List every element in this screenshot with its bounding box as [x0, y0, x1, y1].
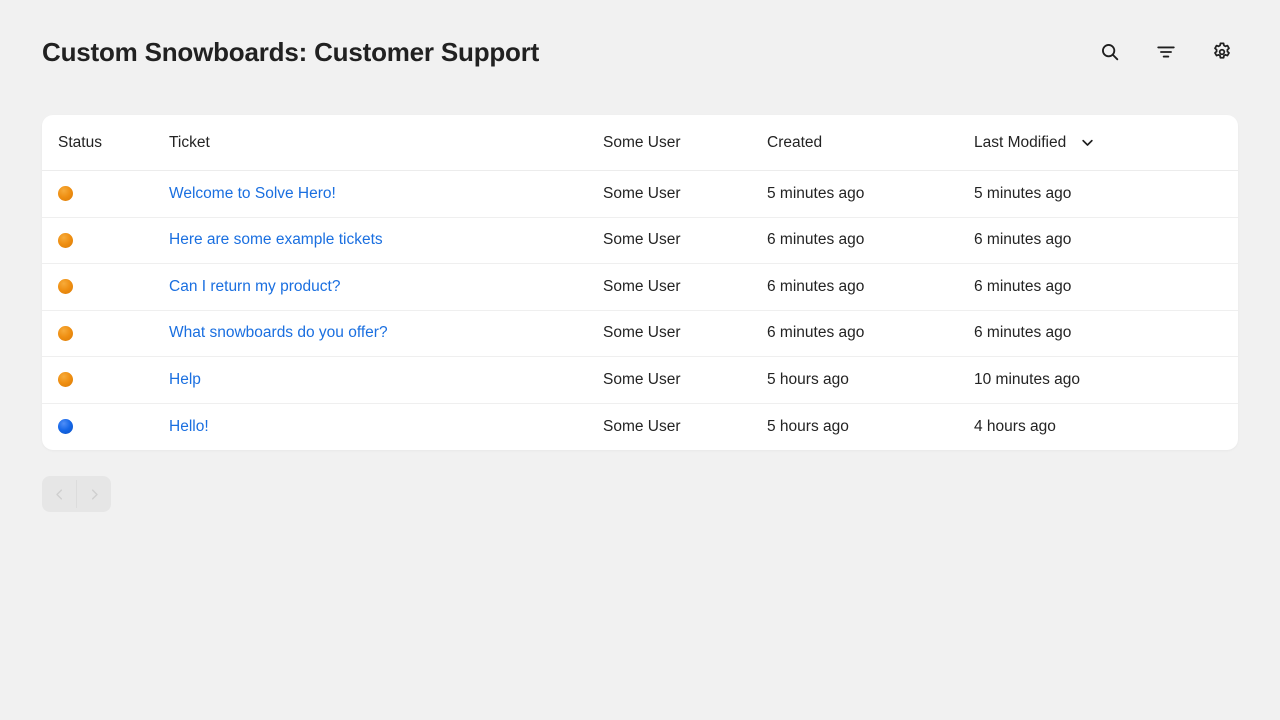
ticket-link[interactable]: Hello! — [169, 418, 209, 435]
table-row[interactable]: Hello! Some User 5 hours ago 4 hours ago — [42, 404, 1238, 451]
created-cell: 6 minutes ago — [767, 231, 974, 249]
status-dot-icon — [58, 279, 73, 294]
column-header-user[interactable]: Some User — [603, 134, 767, 152]
user-cell: Some User — [603, 278, 767, 296]
pagination — [42, 476, 111, 512]
status-cell — [58, 419, 169, 434]
filter-icon — [1155, 41, 1177, 63]
created-cell: 6 minutes ago — [767, 324, 974, 342]
last-modified-cell: 10 minutes ago — [974, 371, 1238, 389]
last-modified-cell: 5 minutes ago — [974, 185, 1238, 203]
table-row[interactable]: Here are some example tickets Some User … — [42, 218, 1238, 265]
search-icon — [1099, 41, 1121, 63]
created-cell: 5 hours ago — [767, 418, 974, 436]
status-dot-icon — [58, 326, 73, 341]
status-cell — [58, 186, 169, 201]
user-cell: Some User — [603, 324, 767, 342]
ticket-cell: Help — [169, 371, 603, 389]
search-button[interactable] — [1095, 37, 1125, 67]
ticket-cell: Welcome to Solve Hero! — [169, 185, 603, 203]
table-body: Welcome to Solve Hero! Some User 5 minut… — [42, 171, 1238, 450]
user-cell: Some User — [603, 371, 767, 389]
ticket-link[interactable]: Welcome to Solve Hero! — [169, 185, 336, 202]
table-row[interactable]: Can I return my product? Some User 6 min… — [42, 264, 1238, 311]
status-cell — [58, 233, 169, 248]
column-header-last-modified-label: Last Modified — [974, 134, 1066, 152]
next-page-button[interactable] — [77, 476, 111, 512]
last-modified-cell: 6 minutes ago — [974, 231, 1238, 249]
chevron-right-icon — [87, 487, 102, 502]
ticket-cell: Can I return my product? — [169, 278, 603, 296]
column-header-last-modified[interactable]: Last Modified — [974, 134, 1238, 152]
status-dot-icon — [58, 372, 73, 387]
status-dot-icon — [58, 186, 73, 201]
ticket-link[interactable]: What snowboards do you offer? — [169, 324, 388, 341]
ticket-link[interactable]: Help — [169, 371, 201, 388]
chevron-down-icon — [1080, 135, 1095, 150]
last-modified-cell: 6 minutes ago — [974, 278, 1238, 296]
status-cell — [58, 372, 169, 387]
filter-button[interactable] — [1151, 37, 1181, 67]
page-header: Custom Snowboards: Customer Support — [0, 0, 1280, 108]
user-cell: Some User — [603, 185, 767, 203]
chevron-left-icon — [52, 487, 67, 502]
settings-button[interactable] — [1207, 37, 1237, 67]
header-actions — [1095, 37, 1238, 71]
created-cell: 5 hours ago — [767, 371, 974, 389]
created-cell: 6 minutes ago — [767, 278, 974, 296]
status-cell — [58, 326, 169, 341]
previous-page-button[interactable] — [42, 476, 76, 512]
table-row[interactable]: What snowboards do you offer? Some User … — [42, 311, 1238, 358]
last-modified-cell: 6 minutes ago — [974, 324, 1238, 342]
ticket-link[interactable]: Can I return my product? — [169, 278, 340, 295]
ticket-cell: Here are some example tickets — [169, 231, 603, 249]
tickets-table: Status Ticket Some User Created Last Mod… — [42, 115, 1238, 450]
column-header-created[interactable]: Created — [767, 134, 974, 152]
user-cell: Some User — [603, 231, 767, 249]
created-cell: 5 minutes ago — [767, 185, 974, 203]
gear-icon — [1211, 41, 1233, 63]
ticket-cell: Hello! — [169, 418, 603, 436]
table-row[interactable]: Help Some User 5 hours ago 10 minutes ag… — [42, 357, 1238, 404]
status-dot-icon — [58, 419, 73, 434]
ticket-cell: What snowboards do you offer? — [169, 324, 603, 342]
last-modified-cell: 4 hours ago — [974, 418, 1238, 436]
ticket-link[interactable]: Here are some example tickets — [169, 231, 383, 248]
page-title: Custom Snowboards: Customer Support — [42, 38, 539, 71]
column-header-ticket[interactable]: Ticket — [169, 134, 603, 152]
column-header-status[interactable]: Status — [58, 134, 169, 152]
table-header-row: Status Ticket Some User Created Last Mod… — [42, 115, 1238, 171]
status-dot-icon — [58, 233, 73, 248]
table-row[interactable]: Welcome to Solve Hero! Some User 5 minut… — [42, 171, 1238, 218]
status-cell — [58, 279, 169, 294]
user-cell: Some User — [603, 418, 767, 436]
